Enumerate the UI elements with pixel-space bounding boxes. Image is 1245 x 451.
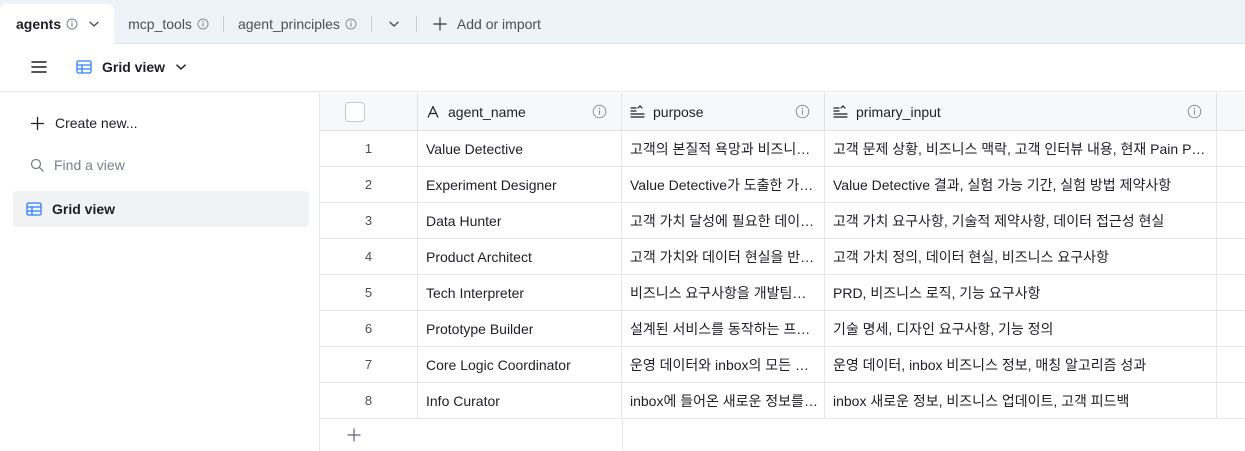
cell-purpose[interactable]: 운영 데이터와 inbox의 모든 정보를 [622, 347, 825, 382]
row-number: 3 [320, 203, 418, 238]
cell-purpose[interactable]: 비즈니스 요구사항을 개발팀이 이해할 [622, 275, 825, 310]
table-row[interactable]: 7 Core Logic Coordinator 운영 데이터와 inbox의 … [320, 347, 1245, 383]
column-header-agent-name[interactable]: agent_name [418, 93, 622, 131]
column-label: purpose [653, 104, 704, 120]
cell-primary-input[interactable]: 고객 가치 정의, 데이터 현실, 비즈니스 요구사항 [825, 239, 1217, 274]
views-sidebar: Create new... Grid view [0, 93, 320, 451]
row-number: 1 [320, 131, 418, 166]
tab-label: mcp_tools [128, 16, 192, 32]
cell-purpose[interactable]: inbox에 들어온 새로운 정보를 분류하고 [622, 383, 825, 418]
view-toolbar: Grid view [0, 44, 1245, 92]
cell-agent-name[interactable]: Data Hunter [418, 203, 622, 238]
cell-agent-name[interactable]: Info Curator [418, 383, 622, 418]
cell-primary-input[interactable]: 고객 문제 상황, 비즈니스 맥락, 고객 인터뷰 내용, 현재 Pain Po… [825, 131, 1217, 166]
grid-view-icon [76, 60, 92, 74]
cell-agent-name[interactable]: Core Logic Coordinator [418, 347, 622, 382]
tab-list: agents mcp_tools agent_principles Add or… [0, 4, 553, 44]
column-label: agent_name [448, 104, 526, 120]
cell-agent-name[interactable]: Prototype Builder [418, 311, 622, 346]
chevron-down-icon [388, 18, 400, 30]
table-row[interactable]: 3 Data Hunter 고객 가치 달성에 필요한 데이터를 고객 가치 요… [320, 203, 1245, 239]
cell-agent-name[interactable]: Tech Interpreter [418, 275, 622, 310]
cell-primary-input[interactable]: inbox 새로운 정보, 비즈니스 업데이트, 고객 피드백 [825, 383, 1217, 418]
cell-primary-input[interactable]: 운영 데이터, inbox 비즈니스 정보, 매칭 알고리즘 성과 [825, 347, 1217, 382]
view-switcher-button[interactable]: Grid view [76, 54, 187, 80]
data-grid: agent_name purpose primary_input 1 Value… [320, 93, 1245, 451]
header-select-cell [320, 93, 418, 131]
info-icon[interactable] [345, 18, 357, 30]
sidebar-item-grid-view[interactable]: Grid view [13, 191, 309, 227]
table-row[interactable]: 4 Product Architect 고객 가치와 데이터 현실을 반영한 고… [320, 239, 1245, 275]
find-view-search [30, 155, 254, 175]
create-new-label: Create new... [55, 115, 138, 131]
cell-primary-input[interactable]: PRD, 비즈니스 로직, 기능 요구사항 [825, 275, 1217, 310]
row-number: 7 [320, 347, 418, 382]
grid-view-icon [26, 202, 42, 216]
column-divider [622, 419, 623, 451]
add-or-import-button[interactable]: Add or import [417, 6, 553, 42]
column-label: primary_input [856, 104, 941, 120]
table-row[interactable]: 5 Tech Interpreter 비즈니스 요구사항을 개발팀이 이해할 P… [320, 275, 1245, 311]
create-new-view-button[interactable]: Create new... [30, 113, 138, 133]
info-icon[interactable] [795, 104, 810, 119]
plus-icon [346, 427, 362, 443]
table-row[interactable]: 6 Prototype Builder 설계된 서비스를 동작하는 프로토타입으… [320, 311, 1245, 347]
tab-agent-principles[interactable]: agent_principles [224, 6, 371, 42]
cell-primary-input[interactable]: 기술 명세, 디자인 요구사항, 기능 정의 [825, 311, 1217, 346]
cell-purpose[interactable]: 고객 가치와 데이터 현실을 반영한 [622, 239, 825, 274]
grid-header-row: agent_name purpose primary_input [320, 93, 1245, 131]
cell-purpose[interactable]: Value Detective가 도출한 가설을 [622, 167, 825, 202]
more-tables-button[interactable] [372, 6, 416, 42]
cell-purpose[interactable]: 설계된 서비스를 동작하는 프로토타입으로 [622, 311, 825, 346]
view-name: Grid view [102, 59, 166, 75]
long-text-icon [630, 105, 645, 119]
cell-primary-input[interactable]: 고객 가치 요구사항, 기술적 제약사항, 데이터 접근성 현실 [825, 203, 1217, 238]
plus-icon [433, 17, 447, 31]
info-icon[interactable] [592, 104, 607, 119]
add-or-import-label: Add or import [456, 16, 541, 32]
table-row[interactable]: 2 Experiment Designer Value Detective가 도… [320, 167, 1245, 203]
plus-icon [30, 116, 45, 131]
text-a-icon [426, 105, 440, 119]
row-number: 8 [320, 383, 418, 418]
tab-agents[interactable]: agents [0, 4, 115, 44]
find-view-input[interactable] [54, 157, 254, 173]
cell-primary-input[interactable]: Value Detective 결과, 실험 가능 기간, 실험 방법 제약사항 [825, 167, 1217, 202]
table-row[interactable]: 8 Info Curator inbox에 들어온 새로운 정보를 분류하고 i… [320, 383, 1245, 419]
tab-mcp-tools[interactable]: mcp_tools [114, 6, 223, 42]
row-number: 6 [320, 311, 418, 346]
cell-agent-name[interactable]: Product Architect [418, 239, 622, 274]
tab-label: agents [16, 16, 62, 32]
chevron-down-icon [175, 61, 187, 73]
info-icon[interactable] [197, 18, 209, 30]
column-header-purpose[interactable]: purpose [622, 93, 825, 131]
row-number: 2 [320, 167, 418, 202]
select-all-checkbox[interactable] [345, 102, 365, 122]
long-text-icon [833, 105, 848, 119]
row-number: 5 [320, 275, 418, 310]
search-icon [30, 158, 44, 172]
info-icon[interactable] [66, 18, 78, 30]
column-header-primary-input[interactable]: primary_input [825, 93, 1217, 131]
tab-label: agent_principles [237, 16, 340, 32]
menu-icon[interactable] [30, 58, 48, 76]
cell-purpose[interactable]: 고객 가치 달성에 필요한 데이터를 [622, 203, 825, 238]
table-row[interactable]: 1 Value Detective 고객의 본질적 욕망과 비즈니스 맥락을 고… [320, 131, 1245, 167]
table-tab-bar: agents mcp_tools agent_principles Add or… [0, 0, 1245, 44]
cell-purpose[interactable]: 고객의 본질적 욕망과 비즈니스 맥락을 [622, 131, 825, 166]
chevron-down-icon[interactable] [88, 18, 100, 30]
add-record-button[interactable] [320, 419, 622, 451]
sidebar-item-label: Grid view [52, 201, 116, 217]
info-icon[interactable] [1187, 104, 1202, 119]
cell-agent-name[interactable]: Value Detective [418, 131, 622, 166]
cell-agent-name[interactable]: Experiment Designer [418, 167, 622, 202]
row-number: 4 [320, 239, 418, 274]
